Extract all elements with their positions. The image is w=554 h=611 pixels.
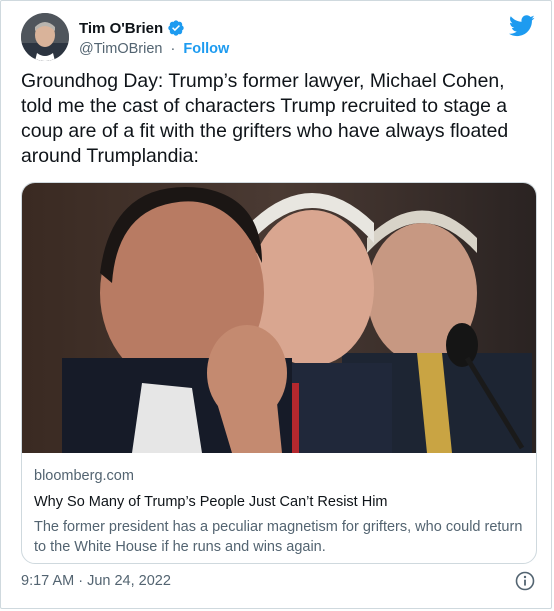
tweet-card: Tim O'Brien @TimOBrien · Follow Groundho… (0, 0, 552, 609)
info-icon[interactable] (515, 571, 535, 591)
card-title: Why So Many of Trump’s People Just Can’t… (34, 494, 388, 510)
tweet-text: Groundhog Day: Trump’s former lawyer, Mi… (21, 70, 509, 167)
tweet-footer: 9:17 AM · Jun 24, 2022 (21, 571, 535, 591)
twitter-bird-icon[interactable] (508, 15, 535, 37)
card-image (22, 183, 536, 453)
author-avatar[interactable] (21, 13, 69, 61)
handle-separator: · (170, 41, 176, 57)
author-name-row: Tim O'Brien (79, 19, 185, 37)
tweet-header: Tim O'Brien @TimOBrien · Follow (21, 13, 535, 61)
tweet-timestamp[interactable]: 9:17 AM · Jun 24, 2022 (21, 573, 171, 589)
author-handle[interactable]: @TimOBrien (79, 41, 162, 57)
avatar-photo (21, 13, 69, 61)
verified-badge-icon (167, 19, 185, 37)
author-name[interactable]: Tim O'Brien (79, 20, 163, 37)
link-preview-card[interactable]: bloomberg.com Why So Many of Trump’s Peo… (21, 182, 537, 564)
author-handle-row: @TimOBrien · Follow (79, 41, 229, 57)
card-text: bloomberg.com Why So Many of Trump’s Peo… (34, 467, 526, 557)
follow-button[interactable]: Follow (183, 41, 229, 57)
card-description: The former president has a peculiar magn… (34, 519, 523, 555)
card-domain: bloomberg.com (34, 468, 134, 484)
